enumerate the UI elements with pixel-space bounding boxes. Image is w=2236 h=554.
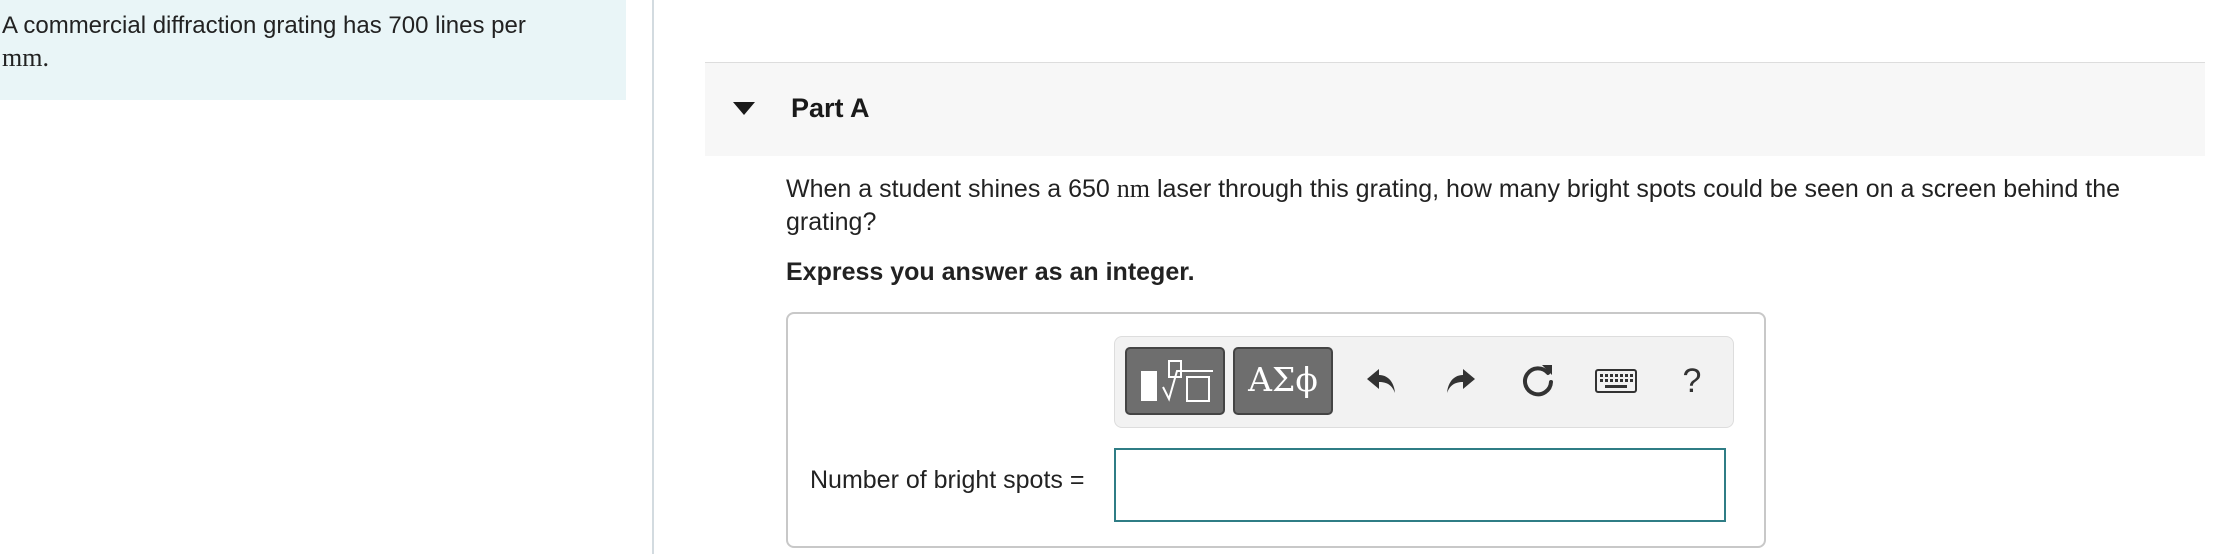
answer-box: ΑΣϕ ? Number of bright spots = (786, 312, 1766, 548)
greek-symbols-button[interactable]: ΑΣϕ (1233, 347, 1333, 415)
intro-unit: mm (2, 43, 43, 72)
problem-intro: A commercial diffraction grating has 700… (0, 0, 626, 100)
part-header[interactable]: Part A (705, 62, 2205, 156)
intro-text: A commercial diffraction grating has 700… (2, 12, 526, 39)
part-title: Part A (791, 93, 870, 123)
help-button[interactable]: ? (1665, 353, 1719, 409)
answer-input[interactable] (1114, 448, 1726, 522)
question-text-start: When a student shines a 650 (786, 175, 1117, 203)
column-divider (652, 0, 654, 554)
reset-button[interactable] (1511, 353, 1565, 409)
page: A commercial diffraction grating has 700… (0, 0, 2236, 554)
undo-icon (1367, 369, 1395, 393)
answer-instruction: Express you answer as an integer. (786, 258, 1195, 286)
answer-label: Number of bright spots = (810, 466, 1085, 494)
help-icon: ? (1682, 361, 1702, 400)
math-toolbar: ΑΣϕ ? (1114, 336, 1734, 428)
redo-icon (1447, 369, 1475, 393)
undo-button[interactable] (1355, 353, 1409, 409)
keyboard-icon (1595, 369, 1637, 393)
templates-button[interactable] (1125, 347, 1225, 415)
question-text: When a student shines a 650 nm laser thr… (786, 172, 2206, 239)
intro-period: . (42, 43, 49, 72)
collapse-caret-icon[interactable] (733, 102, 755, 115)
keyboard-button[interactable] (1589, 353, 1643, 409)
redo-button[interactable] (1433, 353, 1487, 409)
greek-symbols-icon: ΑΣϕ (1248, 360, 1318, 399)
question-unit: nm (1116, 174, 1151, 203)
templates-icon (1141, 360, 1213, 402)
reset-icon (1523, 365, 1553, 397)
